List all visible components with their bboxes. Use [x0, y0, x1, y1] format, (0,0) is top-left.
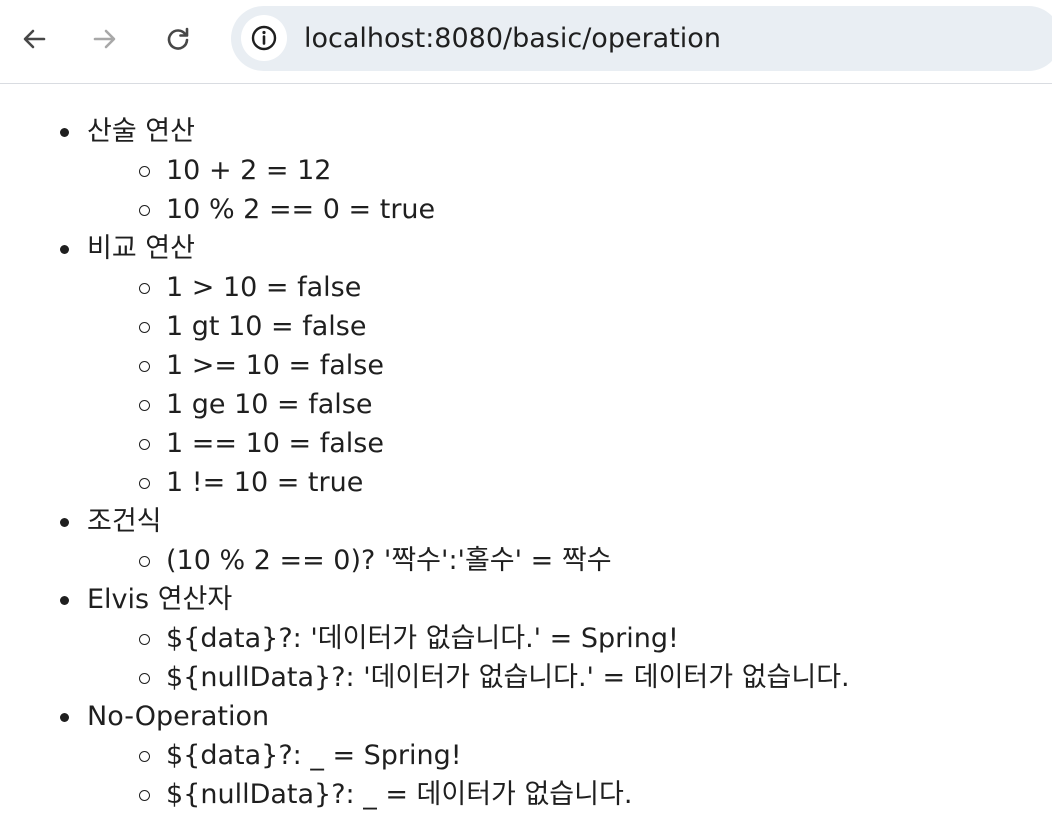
- section-row: 비교 연산: [0, 229, 1052, 268]
- bullet-circle-icon: [139, 673, 150, 684]
- expression-item: (10 % 2 == 0)? '짝수':'홀수' = 짝수: [0, 541, 1052, 580]
- expression-item: 1 != 10 = true: [0, 463, 1052, 502]
- expression-item: ${data}?: '데이터가 없습니다.' = Spring!: [0, 619, 1052, 658]
- reload-icon: [167, 27, 189, 50]
- expression-text: 1 != 10 = true: [166, 467, 364, 498]
- bullet-circle-icon: [139, 205, 150, 216]
- section-title: No-Operation: [87, 701, 270, 732]
- info-icon: [251, 25, 277, 51]
- bullet-circle-icon: [139, 751, 150, 762]
- browser-toolbar: localhost:8080/basic/operation: [0, 0, 1052, 84]
- section-row: 산술 연산: [0, 112, 1052, 151]
- expression-list: ${data}?: _ = Spring! ${nullData}?: _ = 데…: [0, 736, 1052, 814]
- expression-text: 1 >= 10 = false: [166, 350, 384, 381]
- bullet-disc-icon: [60, 245, 69, 254]
- expression-item: 1 >= 10 = false: [0, 346, 1052, 385]
- bullet-circle-icon: [139, 361, 150, 372]
- expression-text: 10 % 2 == 0 = true: [166, 194, 436, 225]
- arrow-right-icon: [93, 29, 116, 49]
- bullet-disc-icon: [60, 128, 69, 137]
- reload-button[interactable]: [158, 19, 198, 59]
- bullet-circle-icon: [139, 400, 150, 411]
- expression-text: 10 + 2 = 12: [166, 155, 332, 186]
- bullet-circle-icon: [139, 166, 150, 177]
- arrow-left-icon: [23, 29, 46, 49]
- forward-button[interactable]: [85, 19, 125, 59]
- site-info-button[interactable]: [241, 15, 287, 61]
- expression-item: 1 > 10 = false: [0, 268, 1052, 307]
- url-text[interactable]: localhost:8080/basic/operation: [304, 23, 721, 55]
- expression-item: 10 % 2 == 0 = true: [0, 190, 1052, 229]
- back-button[interactable]: [14, 19, 54, 59]
- bullet-disc-icon: [60, 596, 69, 605]
- section-item: 조건식 (10 % 2 == 0)? '짝수':'홀수' = 짝수: [0, 502, 1052, 580]
- bullet-disc-icon: [60, 713, 69, 722]
- address-bar[interactable]: localhost:8080/basic/operation: [231, 6, 1052, 71]
- section-item: 산술 연산 10 + 2 = 12 10 % 2 == 0 = true: [0, 112, 1052, 229]
- expression-list: 1 > 10 = false 1 gt 10 = false 1 >= 10 = f…: [0, 268, 1052, 502]
- expression-list: (10 % 2 == 0)? '짝수':'홀수' = 짝수: [0, 541, 1052, 580]
- bullet-disc-icon: [60, 518, 69, 527]
- page-content: 산술 연산 10 + 2 = 12 10 % 2 == 0 = true 비교 연산 1…: [0, 112, 1052, 814]
- section-title: 비교 연산: [87, 233, 195, 264]
- operation-list: 산술 연산 10 + 2 = 12 10 % 2 == 0 = true 비교 연산 1…: [0, 112, 1052, 814]
- section-title: 산술 연산: [87, 116, 195, 147]
- expression-text: (10 % 2 == 0)? '짝수':'홀수' = 짝수: [166, 545, 612, 576]
- expression-list: ${data}?: '데이터가 없습니다.' = Spring! ${nullDa…: [0, 619, 1052, 697]
- expression-item: 1 == 10 = false: [0, 424, 1052, 463]
- section-row: 조건식: [0, 502, 1052, 541]
- section-item: 비교 연산 1 > 10 = false 1 gt 10 = false 1 >= 1…: [0, 229, 1052, 502]
- expression-list: 10 + 2 = 12 10 % 2 == 0 = true: [0, 151, 1052, 229]
- expression-item: ${nullData}?: _ = 데이터가 없습니다.: [0, 775, 1052, 814]
- expression-item: ${nullData}?: '데이터가 없습니다.' = 데이터가 없습니다.: [0, 658, 1052, 697]
- expression-item: 10 + 2 = 12: [0, 151, 1052, 190]
- bullet-circle-icon: [139, 439, 150, 450]
- section-title: 조건식: [87, 506, 162, 537]
- expression-text: 1 ge 10 = false: [166, 389, 373, 420]
- expression-text: ${nullData}?: _ = 데이터가 없습니다.: [166, 779, 633, 810]
- section-item: Elvis 연산자 ${data}?: '데이터가 없습니다.' = Spring…: [0, 580, 1052, 697]
- section-title: Elvis 연산자: [87, 584, 233, 615]
- expression-text: 1 == 10 = false: [166, 428, 384, 459]
- bullet-circle-icon: [139, 790, 150, 801]
- expression-text: 1 > 10 = false: [166, 272, 362, 303]
- bullet-circle-icon: [139, 478, 150, 489]
- expression-item: ${data}?: _ = Spring!: [0, 736, 1052, 775]
- expression-text: ${data}?: _ = Spring!: [166, 740, 462, 771]
- section-row: Elvis 연산자: [0, 580, 1052, 619]
- section-row: No-Operation: [0, 697, 1052, 736]
- bullet-circle-icon: [139, 556, 150, 567]
- bullet-circle-icon: [139, 283, 150, 294]
- expression-text: ${data}?: '데이터가 없습니다.' = Spring!: [166, 623, 679, 654]
- expression-text: 1 gt 10 = false: [166, 311, 367, 342]
- bullet-circle-icon: [139, 634, 150, 645]
- expression-item: 1 ge 10 = false: [0, 385, 1052, 424]
- expression-text: ${nullData}?: '데이터가 없습니다.' = 데이터가 없습니다.: [166, 662, 850, 693]
- section-item: No-Operation ${data}?: _ = Spring! ${nullD…: [0, 697, 1052, 814]
- bullet-circle-icon: [139, 322, 150, 333]
- expression-item: 1 gt 10 = false: [0, 307, 1052, 346]
